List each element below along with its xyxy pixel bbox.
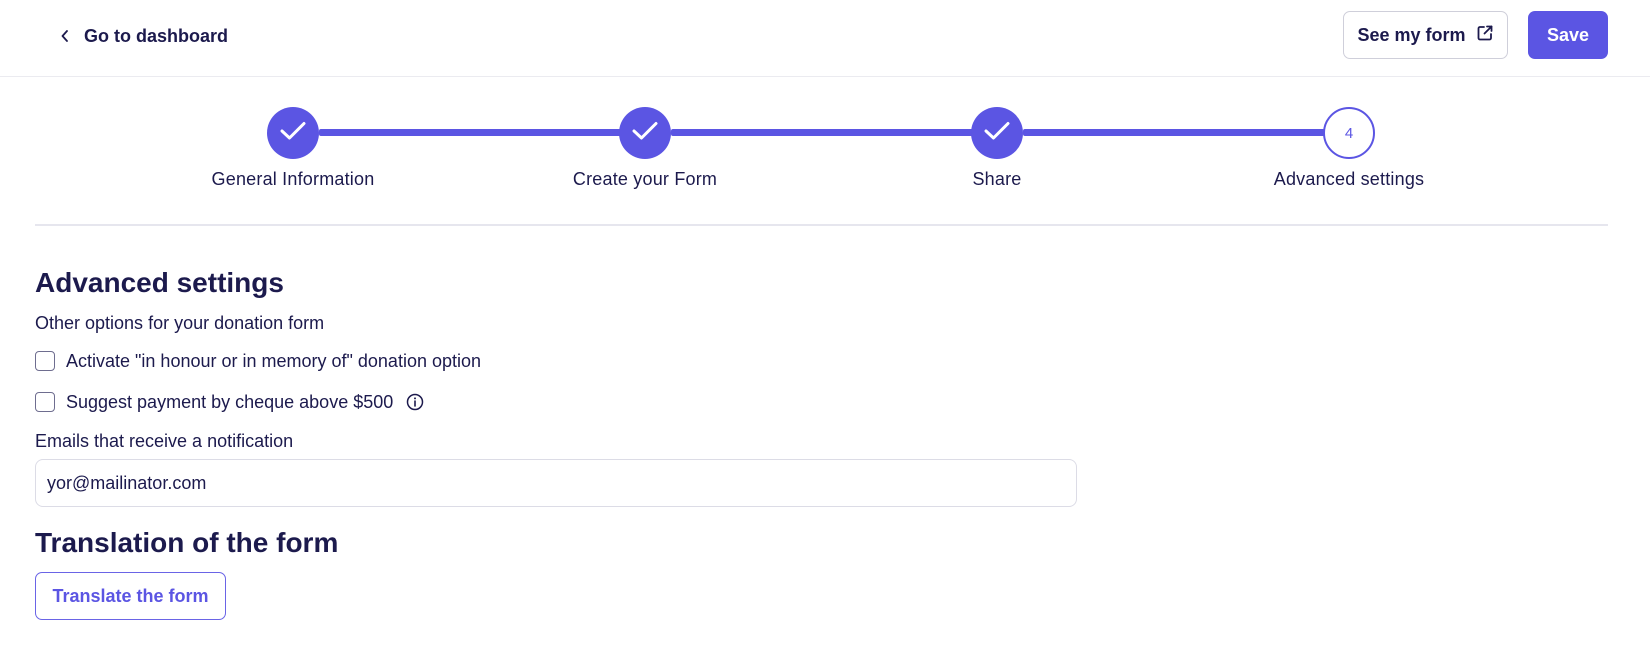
external-link-icon <box>1476 24 1494 47</box>
step-connector <box>671 129 981 136</box>
notification-emails-input[interactable] <box>35 459 1077 507</box>
step-connector <box>319 129 629 136</box>
step-connector <box>1023 129 1326 136</box>
honour-memory-checkbox[interactable] <box>35 351 55 371</box>
step-2-label: Create your Form <box>572 169 718 189</box>
step-2-circle[interactable] <box>619 107 671 159</box>
save-label: Save <box>1546 24 1590 45</box>
step-1-circle[interactable] <box>267 107 319 159</box>
cheque-payment-checkbox[interactable] <box>35 392 55 412</box>
translate-form-button[interactable]: Translate the form <box>35 572 226 620</box>
go-to-dashboard-label: Go to dashboard <box>84 25 228 46</box>
see-my-form-label: See my form <box>1357 24 1466 45</box>
honour-memory-label[interactable]: Activate "in honour or in memory of" don… <box>66 351 481 372</box>
see-my-form-button[interactable]: See my form <box>1343 11 1508 59</box>
top-bar: Go to dashboard See my form Save <box>0 0 1650 77</box>
honour-memory-option: Activate "in honour or in memory of" don… <box>35 349 481 373</box>
step-1-label: General Information <box>211 169 375 189</box>
step-4-label: Advanced settings <box>1273 169 1425 189</box>
check-icon <box>632 121 658 146</box>
chevron-left-icon <box>58 29 72 43</box>
cheque-payment-label[interactable]: Suggest payment by cheque above $500 <box>66 392 393 413</box>
go-to-dashboard-link[interactable]: Go to dashboard <box>58 22 228 50</box>
step-4-number: 4 <box>1344 124 1354 142</box>
step-3-label: Share <box>972 169 1022 189</box>
step-3-circle[interactable] <box>971 107 1023 159</box>
advanced-settings-subtitle: Other options for your donation form <box>35 313 325 333</box>
check-icon <box>280 121 306 146</box>
save-button[interactable]: Save <box>1528 11 1608 59</box>
step-4-circle[interactable]: 4 <box>1323 107 1375 159</box>
emails-field-label: Emails that receive a notification <box>35 431 294 451</box>
info-icon[interactable] <box>406 393 424 411</box>
check-icon <box>984 121 1010 146</box>
cheque-payment-option: Suggest payment by cheque above $500 <box>35 390 424 414</box>
advanced-settings-title: Advanced settings <box>35 267 284 298</box>
translate-form-label: Translate the form <box>52 585 209 606</box>
translation-title: Translation of the form <box>35 527 339 558</box>
progress-stepper: 4 General Information Create your Form S… <box>0 105 1650 195</box>
section-divider <box>35 224 1608 226</box>
